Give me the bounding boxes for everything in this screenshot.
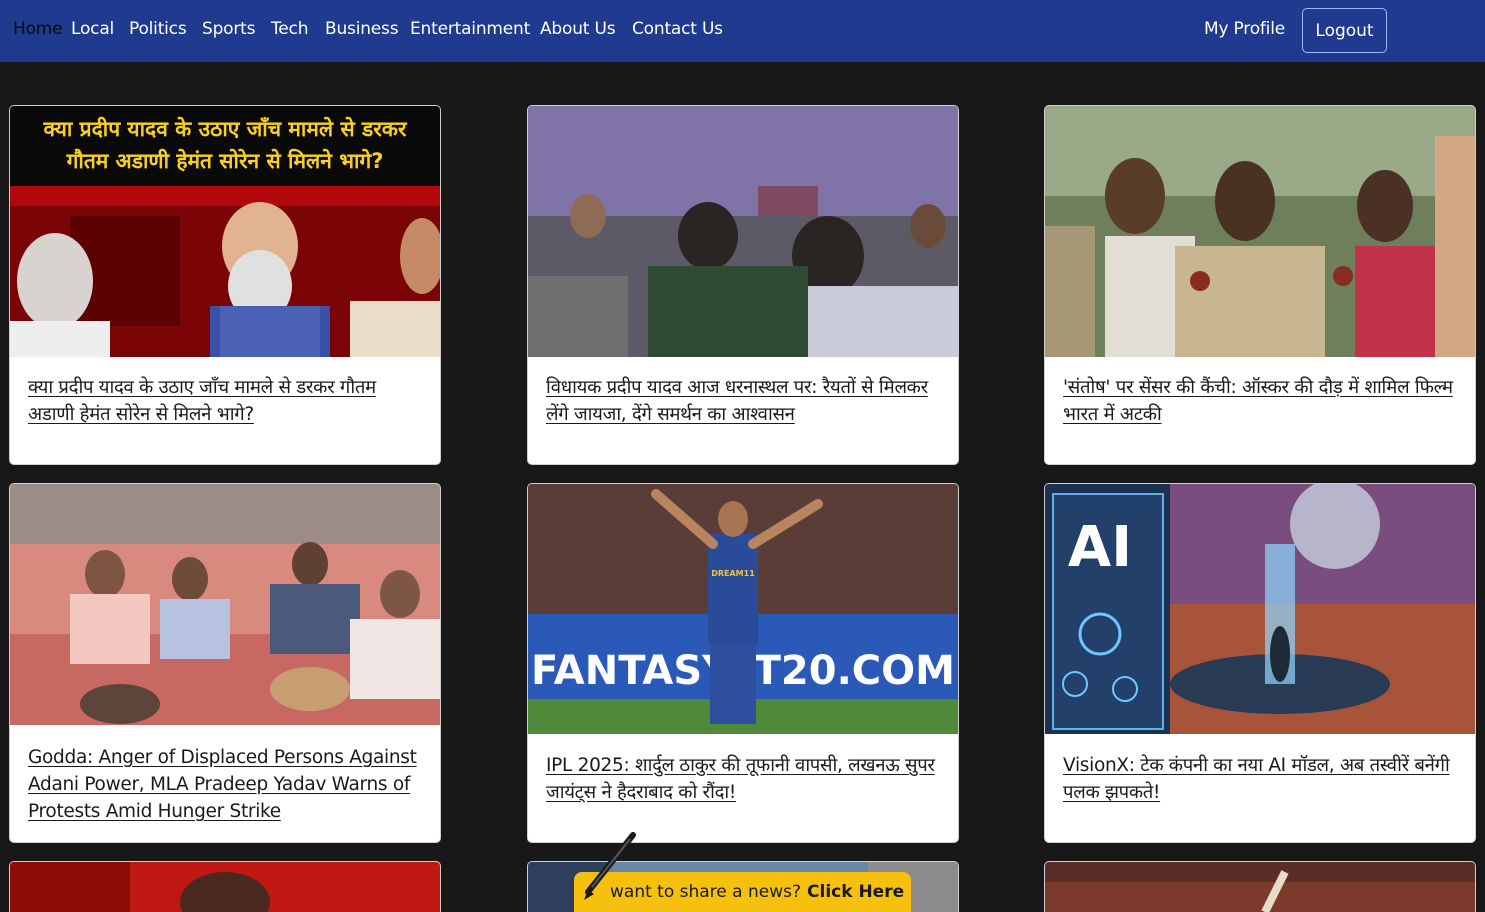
share-cta-link[interactable]: Click Here xyxy=(807,882,904,902)
news-thumbnail[interactable]: क्या प्रदीप यादव के उठाए जाँच मामले से ड… xyxy=(10,106,440,357)
share-prompt-text: want to share a news? xyxy=(610,882,802,902)
nav-tech[interactable]: Tech xyxy=(271,19,308,39)
news-thumbnail[interactable] xyxy=(528,106,958,357)
nav-local[interactable]: Local xyxy=(71,19,114,39)
nav-about-us[interactable]: About Us xyxy=(540,19,616,39)
ai-screen-text: AI xyxy=(1068,515,1132,580)
news-thumbnail[interactable]: FANTASY. T20.COM DREAM11 xyxy=(528,484,958,734)
news-headline[interactable]: 'संतोष' पर सेंसर की कैंची: ऑस्कर की दौड़… xyxy=(1063,374,1461,428)
news-headline[interactable]: Godda: Anger of Displaced Persons Agains… xyxy=(28,744,426,825)
nav-contact-us[interactable]: Contact Us xyxy=(632,19,723,39)
news-card[interactable]: विधायक प्रदीप यादव आज धरनास्थल पर: रैयतो… xyxy=(527,105,959,465)
nav-entertainment[interactable]: Entertainment xyxy=(410,19,530,39)
news-card[interactable]: 'संतोष' पर सेंसर की कैंची: ऑस्कर की दौड़… xyxy=(1044,105,1476,465)
logout-button[interactable]: Logout xyxy=(1302,8,1387,53)
news-card[interactable] xyxy=(9,861,441,912)
top-navbar: Home Local Politics Sports Tech Business… xyxy=(0,0,1485,62)
nav-business[interactable]: Business xyxy=(325,19,399,39)
news-thumbnail[interactable] xyxy=(1045,862,1475,912)
pen-icon xyxy=(584,832,636,900)
thumbnail-caption-line1: क्या प्रदीप यादव के उठाए जाँच मामले से ड… xyxy=(42,116,407,141)
nav-sports[interactable]: Sports xyxy=(202,19,255,39)
news-thumbnail[interactable] xyxy=(10,484,440,725)
nav-politics[interactable]: Politics xyxy=(129,19,187,39)
news-thumbnail[interactable] xyxy=(10,862,440,912)
news-card[interactable]: AI VisionX: टेक कंपनी का नया AI मॉडल, अब… xyxy=(1044,483,1476,843)
thumbnail-caption-line2: गौतम अडाणी हेमंत सोरेन से मिलने भागे? xyxy=(66,148,384,173)
news-card[interactable]: क्या प्रदीप यादव के उठाए जाँच मामले से ड… xyxy=(9,105,441,465)
news-card[interactable]: FANTASY. T20.COM DREAM11 IPL 2025: शार्द… xyxy=(527,483,959,843)
nav-home[interactable]: Home xyxy=(13,19,63,39)
news-headline[interactable]: IPL 2025: शार्दुल ठाकुर की तूफानी वापसी,… xyxy=(546,752,944,806)
news-card[interactable]: Godda: Anger of Displaced Persons Agains… xyxy=(9,483,441,843)
my-profile-link[interactable]: My Profile xyxy=(1204,19,1285,39)
jersey-sponsor-text: DREAM11 xyxy=(711,569,755,578)
news-thumbnail[interactable] xyxy=(1045,106,1475,357)
news-headline[interactable]: क्या प्रदीप यादव के उठाए जाँच मामले से ड… xyxy=(28,374,426,428)
news-headline[interactable]: VisionX: टेक कंपनी का नया AI मॉडल, अब तस… xyxy=(1063,752,1461,806)
news-headline[interactable]: विधायक प्रदीप यादव आज धरनास्थल पर: रैयतो… xyxy=(546,374,944,428)
news-card[interactable] xyxy=(1044,861,1476,912)
news-thumbnail[interactable]: AI xyxy=(1045,484,1475,734)
